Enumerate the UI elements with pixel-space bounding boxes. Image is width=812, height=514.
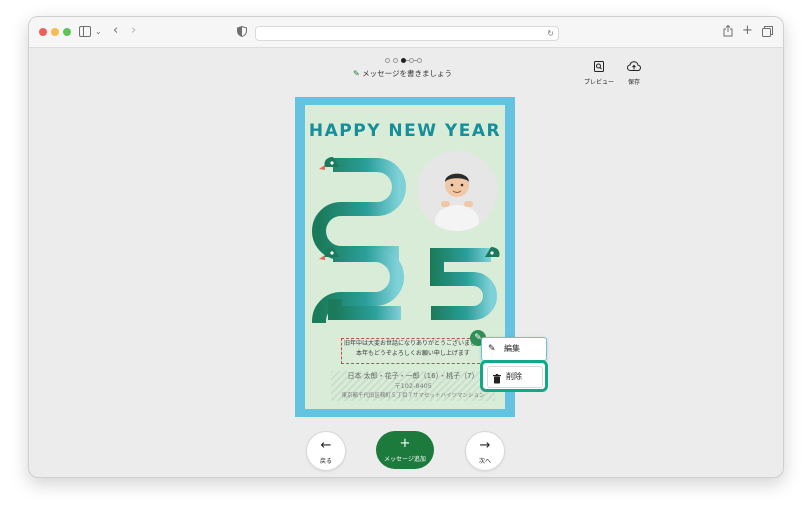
instruction-text: メッセージを書きましょう <box>362 69 452 78</box>
right-arrow-icon: → <box>479 438 491 453</box>
preview-button[interactable]: プレビュー <box>581 57 617 86</box>
save-label: 保存 <box>627 79 640 86</box>
step-dot <box>417 58 422 63</box>
step-dot <box>393 58 398 63</box>
add-message-label: メッセージ追加 <box>384 456 426 463</box>
message-text-box[interactable]: 旧年中は大変お世話になりありがとうございました 本年もどうぞよろしくお願い申し上… <box>341 338 485 364</box>
card-face: HAPPY NEW YEAR 旧年中は大変お世話になりありがとうございました 本… <box>305 105 505 409</box>
browser-toolbar: ⌄ ‹ › ↻ + <box>29 17 783 48</box>
plus-icon[interactable]: + <box>742 24 753 37</box>
forward-arrow-icon[interactable]: › <box>131 24 136 37</box>
pencil-icon: ✎ <box>488 344 496 354</box>
save-button[interactable]: 保存 <box>616 57 652 86</box>
trash-icon <box>493 372 501 392</box>
sidebar-icon[interactable] <box>79 26 91 40</box>
share-icon[interactable] <box>723 24 733 40</box>
delete-label: 削除 <box>506 372 522 381</box>
step-indicator <box>385 58 425 64</box>
plus-icon: + <box>399 436 411 451</box>
add-message-button[interactable]: + メッセージ追加 <box>376 431 434 469</box>
back-button[interactable]: ← 戻る <box>306 431 346 471</box>
minimize-window-button[interactable] <box>51 28 59 36</box>
step-dot <box>385 58 390 63</box>
child-photo <box>417 151 497 231</box>
browser-window: ⌄ ‹ › ↻ + ✎ メッセージを書きましょう プレビュー 保存 HAPPY … <box>28 16 784 478</box>
delete-menu-item[interactable]: 削除 <box>480 360 548 392</box>
shield-icon[interactable] <box>237 25 247 40</box>
sender-names: 日本 太郎・花子・一郎（16）・桃子（7） <box>347 372 479 380</box>
message-line: 本年もどうぞよろしくお願い申し上げます <box>356 350 470 357</box>
step-instruction: ✎ メッセージを書きましょう <box>353 68 452 80</box>
edit-menu-item[interactable]: ✎ 編集 <box>481 337 547 361</box>
reload-icon[interactable]: ↻ <box>547 27 554 40</box>
sender-address: 東京都千代田区麹町５丁目７サマセットハイツマンション <box>341 393 485 399</box>
chevron-down-icon[interactable]: ⌄ <box>95 26 102 38</box>
card-title: HAPPY NEW YEAR <box>308 121 502 141</box>
edit-label: 編集 <box>504 344 520 353</box>
close-window-button[interactable] <box>39 28 47 36</box>
address-bar[interactable]: ↻ <box>255 26 559 41</box>
tabs-icon[interactable] <box>762 26 773 40</box>
message-line: 旧年中は大変お世話になりありがとうございました <box>343 340 482 347</box>
next-label: 次へ <box>478 458 491 465</box>
delete-menu-item-inner: 削除 <box>487 366 543 388</box>
back-label: 戻る <box>319 458 332 465</box>
cloud-upload-icon <box>626 57 642 76</box>
preview-icon <box>594 57 604 76</box>
zoom-window-button[interactable] <box>63 28 71 36</box>
pencil-icon: ✎ <box>353 69 360 78</box>
preview-label: プレビュー <box>583 79 614 86</box>
back-arrow-icon[interactable]: ‹ <box>113 24 118 37</box>
left-arrow-icon: ← <box>320 438 332 453</box>
sender-zip: 〒102-8405 <box>394 382 432 390</box>
next-button[interactable]: → 次へ <box>465 431 505 471</box>
sender-address-block[interactable]: 日本 太郎・花子・一郎（16）・桃子（7） 〒102-8405 東京都千代田区麹… <box>331 371 495 401</box>
